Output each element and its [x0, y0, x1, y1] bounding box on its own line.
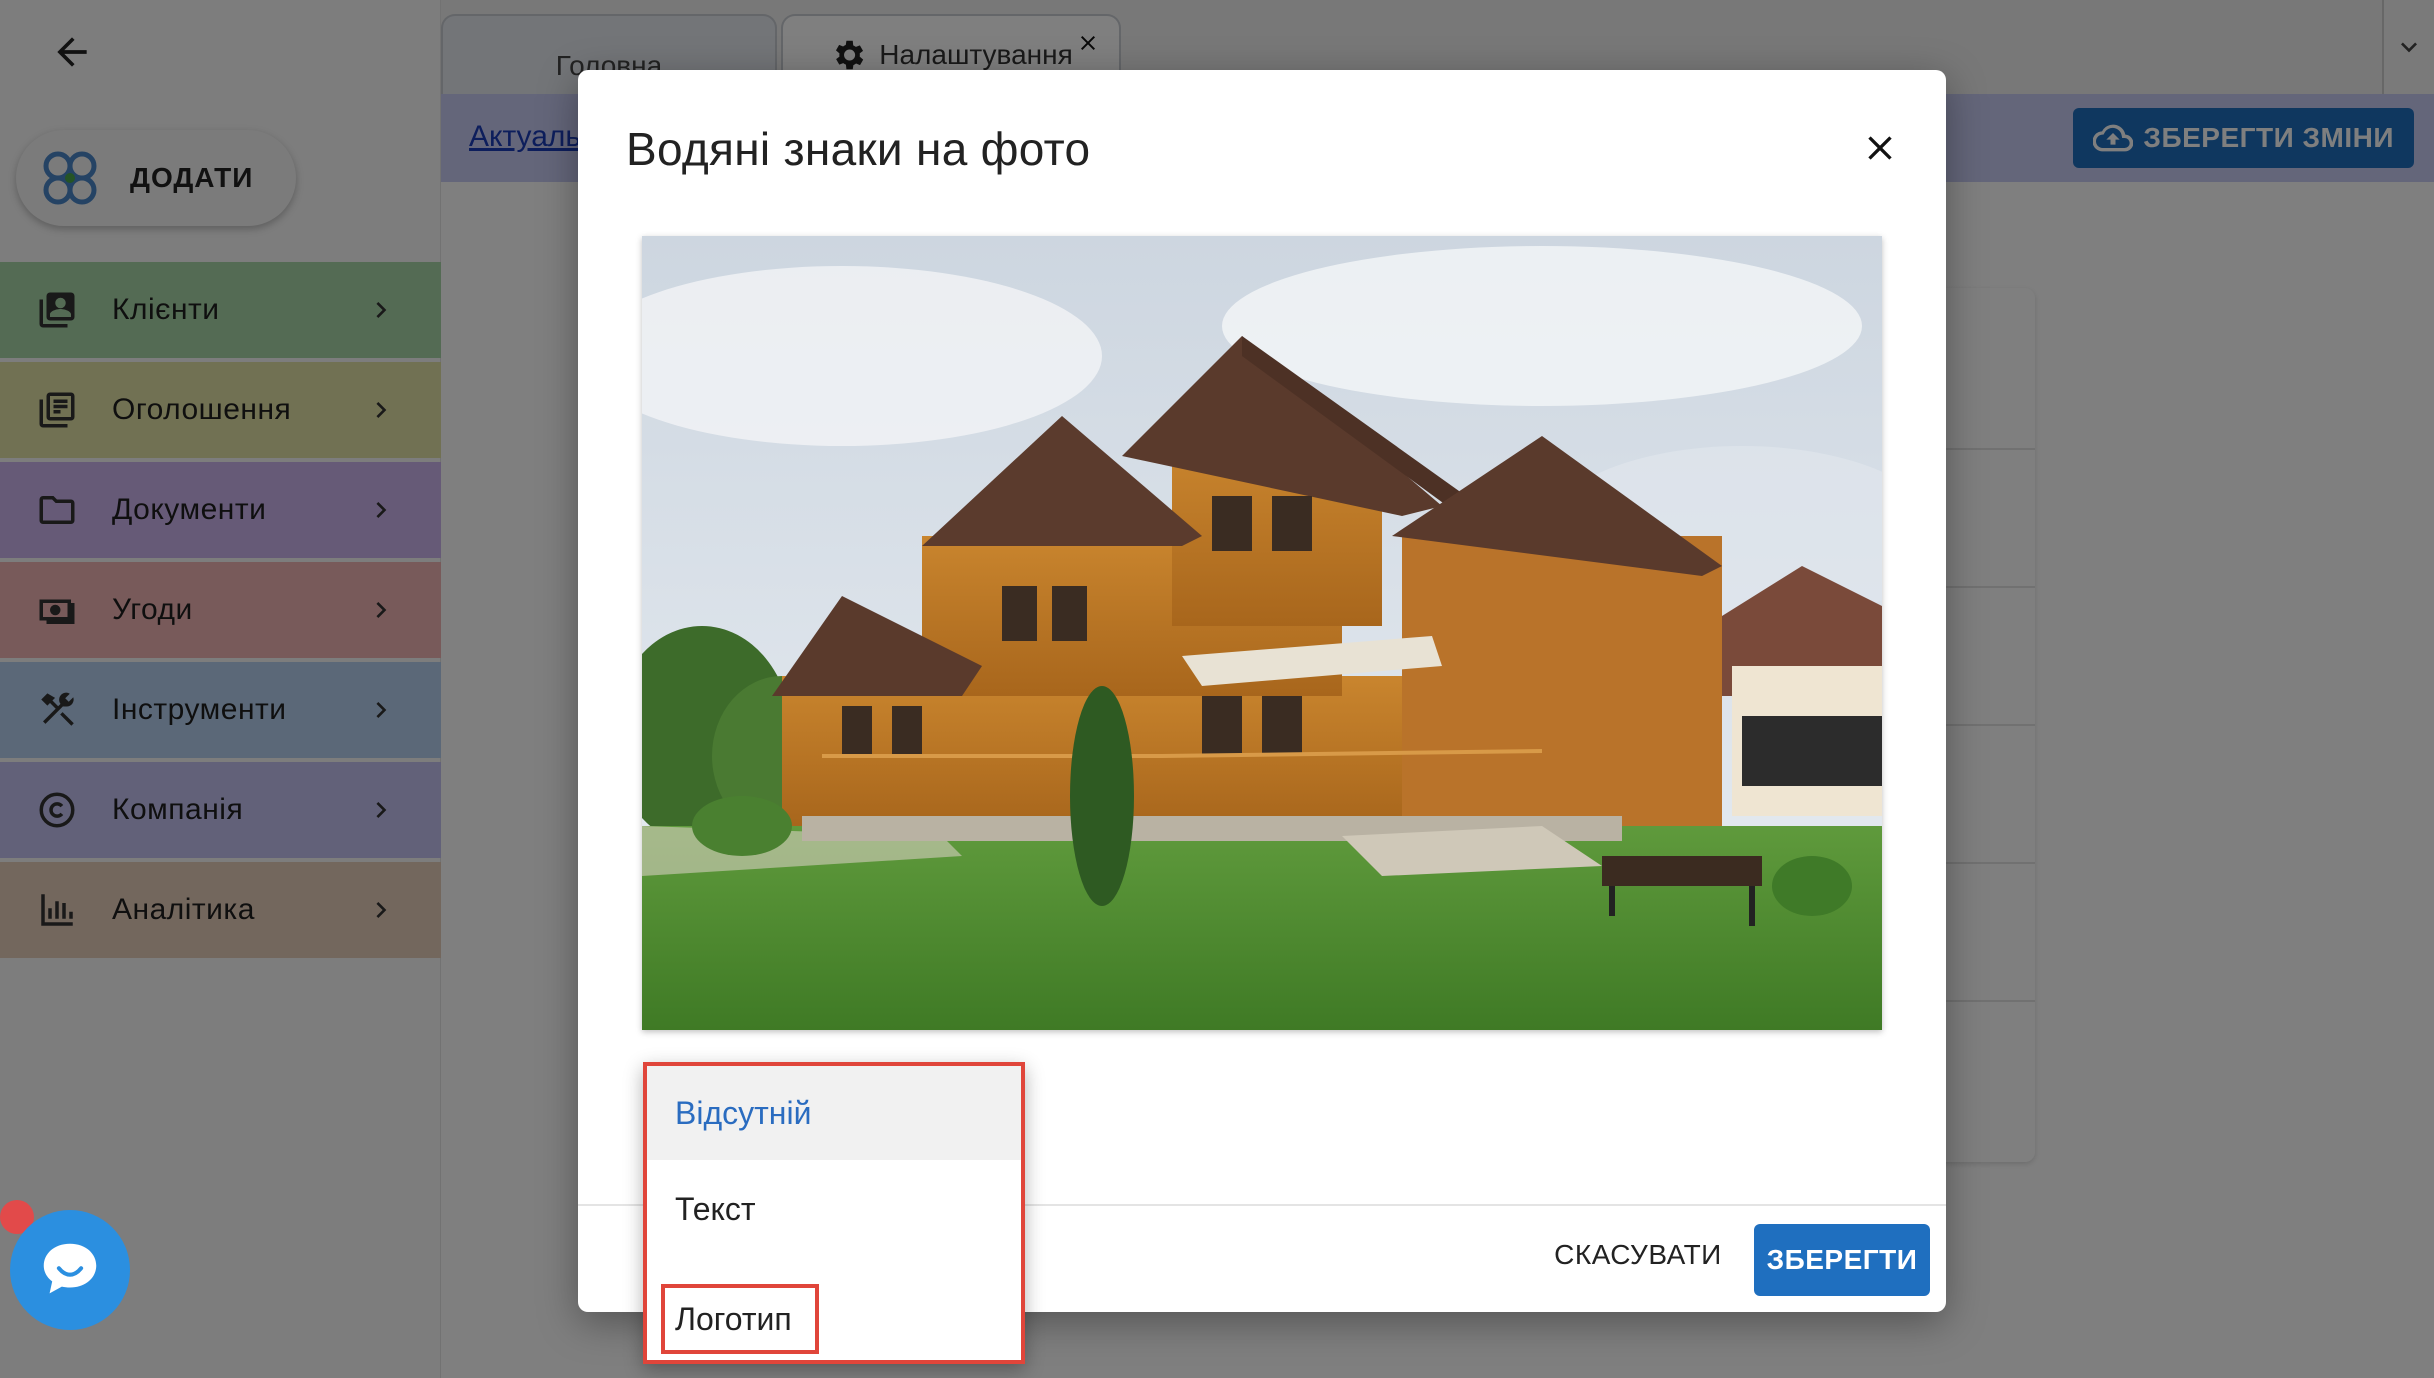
save-button[interactable]: ЗБЕРЕГТИ — [1754, 1224, 1930, 1296]
dialog-title: Водяні знаки на фото — [626, 123, 1091, 175]
cancel-button[interactable]: СКАСУВАТИ — [1538, 1220, 1738, 1290]
dialog-close-button[interactable] — [1856, 124, 1904, 172]
option-text[interactable]: Текст — [647, 1162, 1021, 1256]
preview-photo — [642, 236, 1882, 1030]
close-icon — [1868, 136, 1892, 160]
watermark-type-listbox: Відсутній Текст Логотип — [643, 1062, 1025, 1364]
option-logo[interactable]: Логотип — [661, 1284, 819, 1354]
chat-button[interactable] — [10, 1210, 130, 1330]
option-none[interactable]: Відсутній — [647, 1066, 1021, 1160]
chat-icon — [43, 1243, 97, 1294]
